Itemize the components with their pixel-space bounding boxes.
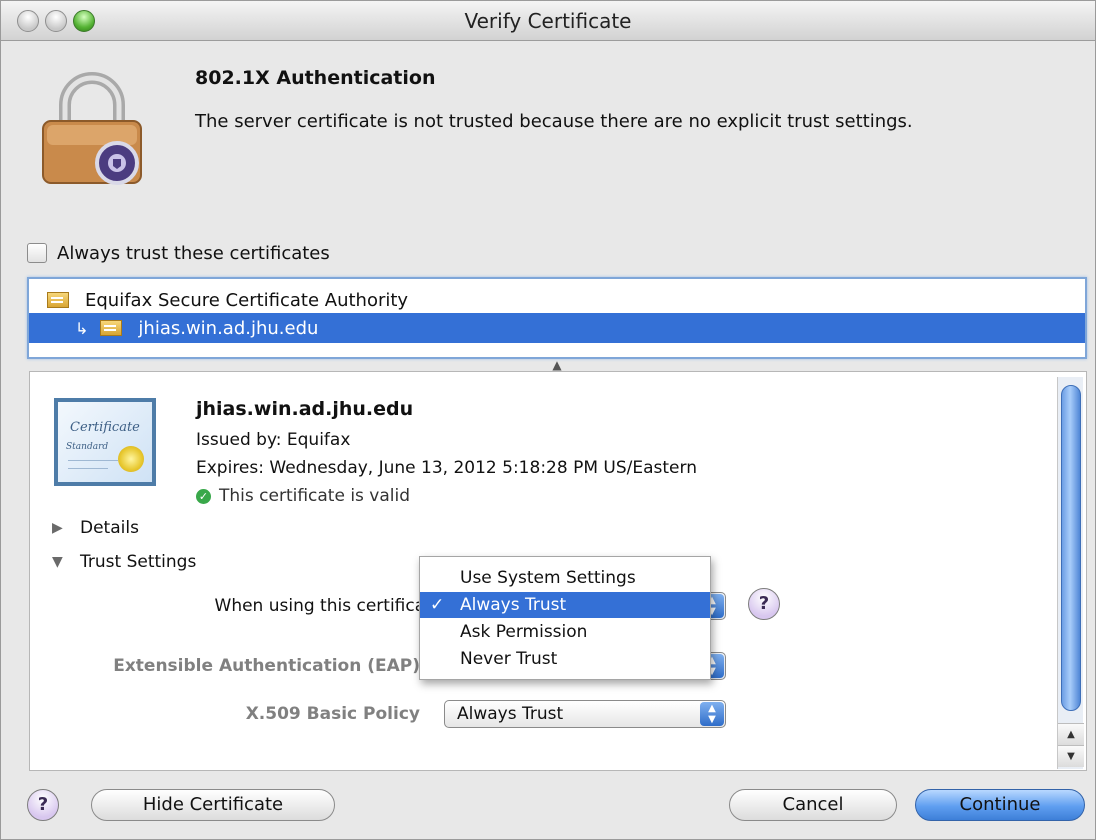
cancel-button[interactable]: Cancel xyxy=(729,789,897,821)
certificate-image-line xyxy=(68,468,108,469)
always-trust-row[interactable]: Always trust these certificates xyxy=(27,241,330,265)
certificate-icon xyxy=(100,320,123,336)
trust-settings-label[interactable]: Trust Settings xyxy=(80,552,196,572)
titlebar: Verify Certificate xyxy=(1,1,1095,41)
x509-popup-value: Always Trust xyxy=(457,704,564,724)
eap-label: Extensible Authentication (EAP) xyxy=(113,656,420,676)
help-button[interactable]: ? xyxy=(27,789,59,821)
validity-text: This certificate is valid xyxy=(219,486,411,506)
certificate-name: Equifax Secure Certificate Authority xyxy=(85,289,409,311)
scroll-down-arrow[interactable]: ▼ xyxy=(1058,745,1084,767)
list-item[interactable]: Equifax Secure Certificate Authority xyxy=(29,285,1085,315)
dialog-message: The server certificate is not trusted be… xyxy=(195,111,913,132)
trust-help-button[interactable]: ? xyxy=(748,588,780,620)
trust-popup-menu: Use System Settings ✓ Always Trust Ask P… xyxy=(419,556,711,680)
hide-certificate-button[interactable]: Hide Certificate xyxy=(91,789,335,821)
certificate-image-line xyxy=(68,460,118,461)
vertical-scrollbar[interactable]: ▲ ▼ xyxy=(1057,377,1084,769)
details-label[interactable]: Details xyxy=(80,518,139,538)
disclosure-triangle-down-icon[interactable]: ▼ xyxy=(52,554,68,570)
certificate-image-text: Certificate xyxy=(70,420,140,435)
issued-by-text: Issued by: Equifax xyxy=(196,430,351,450)
popup-stepper-icon: ▲ ▼ xyxy=(700,702,724,726)
disclosure-triangle-right-icon[interactable]: ▶ xyxy=(52,520,68,536)
window-title: Verify Certificate xyxy=(464,9,632,33)
certificate-name: jhias.win.ad.jhu.edu xyxy=(138,317,319,339)
menu-item-use-system-settings[interactable]: Use System Settings xyxy=(420,565,710,591)
list-item[interactable]: ↳ jhias.win.ad.jhu.edu xyxy=(29,313,1085,343)
checkmark-icon: ✓ xyxy=(196,488,211,504)
details-disclosure[interactable]: ▶ Details xyxy=(52,518,139,538)
continue-button[interactable]: Continue xyxy=(915,789,1085,821)
menu-item-label: Always Trust xyxy=(460,595,567,615)
when-using-label: When using this certificate: xyxy=(214,596,448,616)
menu-item-ask-permission[interactable]: Ask Permission xyxy=(420,619,710,645)
x509-popup[interactable]: Always Trust ▲ ▼ xyxy=(444,700,726,728)
x509-label: X.509 Basic Policy xyxy=(245,704,420,724)
menu-item-always-trust[interactable]: ✓ Always Trust xyxy=(420,592,710,618)
menu-item-never-trust[interactable]: Never Trust xyxy=(420,646,710,672)
certificate-chain-list: Equifax Secure Certificate Authority ↳ j… xyxy=(27,277,1087,359)
pane-splitter[interactable]: ▲ xyxy=(27,359,1087,371)
verify-certificate-window: Verify Certificate 802.1X Authentication… xyxy=(0,0,1096,840)
always-trust-label[interactable]: Always trust these certificates xyxy=(57,243,330,264)
scroll-up-arrow[interactable]: ▲ xyxy=(1058,723,1084,745)
certificate-image-subtext: Standard xyxy=(66,442,109,452)
dialog-heading: 802.1X Authentication xyxy=(195,67,436,89)
certificate-image-icon: Certificate Standard xyxy=(54,398,156,486)
certificate-title: jhias.win.ad.jhu.edu xyxy=(196,398,414,420)
padlock-icon xyxy=(42,72,142,185)
validity-status: ✓ This certificate is valid xyxy=(196,486,410,506)
certificate-icon xyxy=(47,292,69,308)
expires-text: Expires: Wednesday, June 13, 2012 5:18:2… xyxy=(196,458,697,478)
child-arrow-icon: ↳ xyxy=(75,318,89,338)
trust-settings-disclosure[interactable]: ▼ Trust Settings xyxy=(52,552,196,572)
seal-icon xyxy=(118,446,144,472)
scroll-thumb[interactable] xyxy=(1061,385,1081,711)
checkmark-icon: ✓ xyxy=(430,595,445,615)
always-trust-checkbox[interactable] xyxy=(27,243,47,263)
